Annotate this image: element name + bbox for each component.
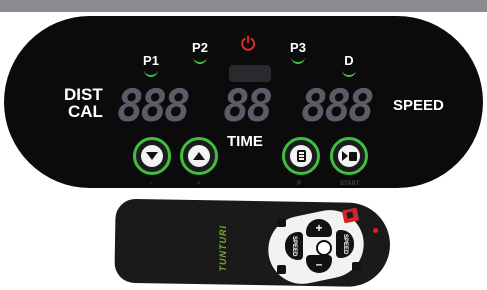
indicator-icon — [144, 69, 158, 77]
indicator-icon — [291, 56, 305, 64]
power-icon[interactable]: ⏻ — [241, 34, 255, 55]
program-label: P2 — [192, 40, 208, 55]
dist-label: DIST — [64, 85, 103, 104]
program-label: P3 — [290, 40, 306, 55]
speed-display: 888 — [301, 81, 375, 132]
remote-center-button[interactable] — [316, 240, 332, 256]
increase-button[interactable] — [180, 137, 218, 175]
program-label: P — [297, 181, 302, 187]
remote-corner-button-tl[interactable] — [277, 218, 286, 227]
remote-led-icon — [373, 228, 378, 233]
dist-cal-label: DIST CAL — [64, 86, 103, 120]
program-label: P1 — [143, 53, 159, 68]
program-window — [229, 65, 271, 82]
time-label: TIME — [227, 133, 263, 150]
decrease-label: - — [150, 181, 152, 187]
program-label: D — [344, 53, 354, 68]
remote-corner-button-br[interactable] — [352, 262, 361, 271]
start-label: START — [340, 181, 360, 187]
program-button[interactable] — [282, 137, 320, 175]
chevron-down-icon — [146, 152, 158, 160]
program-p1[interactable]: P1 — [136, 53, 166, 77]
top-bar — [0, 0, 487, 12]
time-display: 88 — [223, 81, 273, 132]
decrease-button[interactable] — [133, 137, 171, 175]
increase-label: + — [197, 181, 201, 187]
brand-logo: TUNTURI — [218, 225, 228, 272]
program-d[interactable]: D — [334, 53, 364, 77]
program-p2[interactable]: P2 — [185, 40, 215, 64]
indicator-icon — [342, 69, 356, 77]
program-p3[interactable]: P3 — [283, 40, 313, 64]
program-list-icon — [296, 150, 306, 162]
cal-label: CAL — [68, 102, 103, 121]
chevron-up-icon — [193, 152, 205, 160]
start-stop-button[interactable] — [330, 137, 368, 175]
indicator-icon — [193, 56, 207, 64]
distance-display: 888 — [117, 81, 191, 132]
speed-label: SPEED — [393, 97, 444, 114]
remote-corner-button-bl[interactable] — [277, 265, 286, 274]
start-stop-icon — [341, 151, 357, 161]
remote-speed-down-button[interactable]: SPEED — [285, 232, 303, 260]
